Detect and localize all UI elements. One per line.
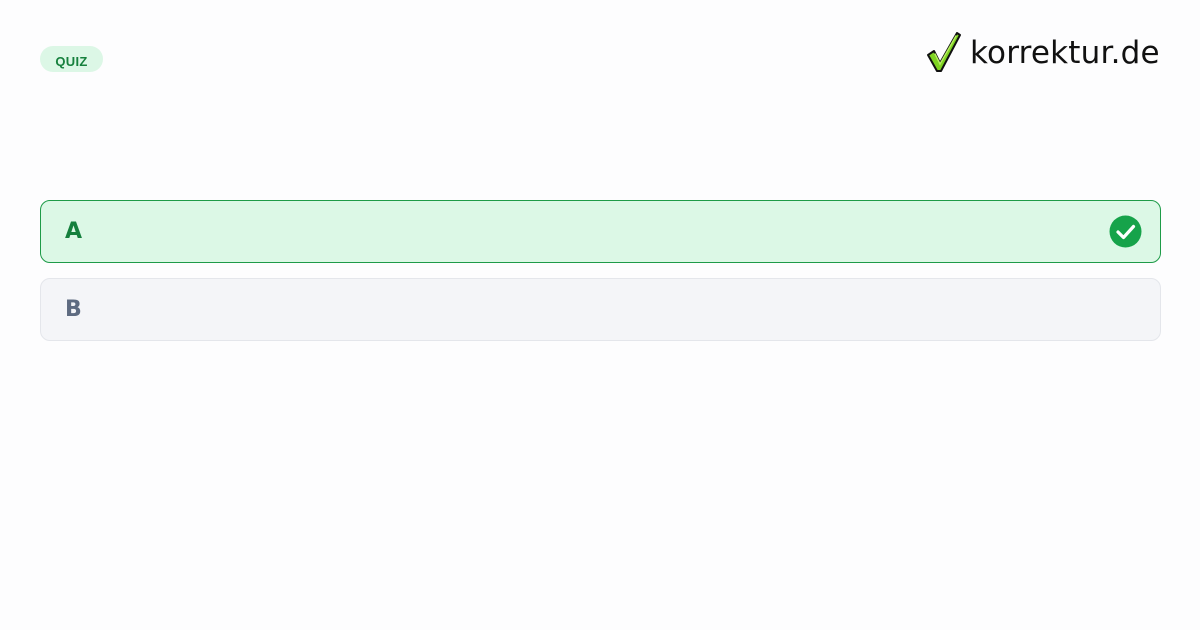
brand-name: korrektur.de: [970, 34, 1160, 71]
quiz-badge: QUIZ: [40, 46, 103, 72]
answer-option-b[interactable]: B: [40, 278, 1161, 341]
brand-logo[interactable]: korrektur.de: [926, 30, 1160, 74]
answer-option-a[interactable]: A: [40, 200, 1161, 263]
quiz-badge-label: QUIZ: [55, 53, 88, 69]
check-circle-icon: [1109, 215, 1142, 248]
option-letter: A: [65, 218, 83, 244]
option-letter: B: [65, 296, 82, 322]
checkmark-logo-icon: [927, 32, 961, 72]
